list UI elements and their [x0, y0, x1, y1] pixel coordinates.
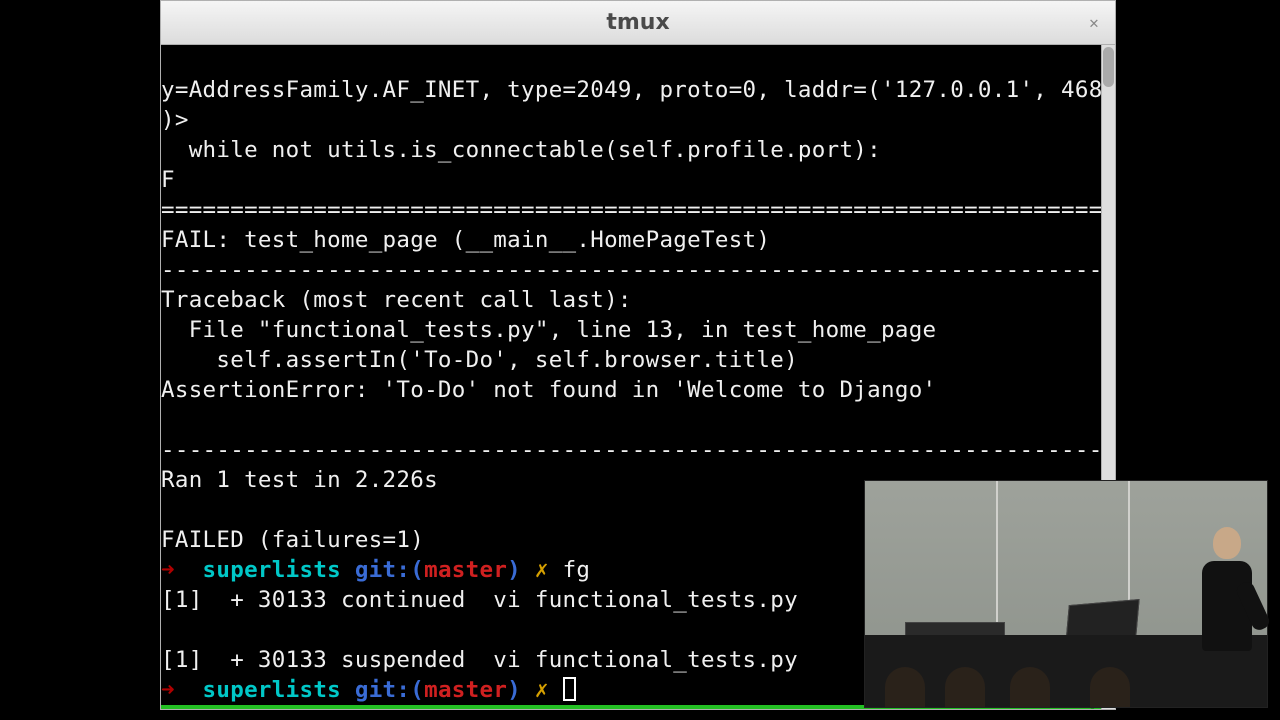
shell-prompt[interactable]: ➜ superlists git:(master) ✗: [161, 677, 576, 703]
traceback-line: Traceback (most recent call last):: [161, 287, 632, 313]
shell-prompt[interactable]: ➜ superlists git:(master) ✗ fg: [161, 557, 590, 583]
separator-dash: ----------------------------------------…: [161, 437, 1115, 463]
dirty-icon: ✗: [521, 557, 563, 583]
close-icon[interactable]: ✕: [1085, 14, 1103, 32]
job-suspended: [1] + 30133 suspended vi functional_test…: [161, 647, 798, 673]
git-close: ): [507, 557, 521, 583]
tmux-status-left: [1] 0:export*: [161, 705, 343, 709]
audience-head: [945, 667, 985, 707]
window-title: tmux: [606, 10, 669, 35]
fail-header: FAIL: test_home_page (__main__.HomePageT…: [161, 227, 770, 253]
traceback-line: self.assertIn('To-Do', self.browser.titl…: [161, 347, 798, 373]
test-summary: Ran 1 test in 2.226s: [161, 467, 438, 493]
prompt-dir: superlists: [189, 677, 341, 703]
speaker-video-overlay: [864, 480, 1268, 708]
git-close: ): [507, 677, 521, 703]
assertion-error: AssertionError: 'To-Do' not found in 'We…: [161, 377, 936, 403]
job-continued: [1] + 30133 continued vi functional_test…: [161, 587, 798, 613]
prompt-dir: superlists: [189, 557, 341, 583]
output-line: while not utils.is_connectable(self.prof…: [161, 137, 881, 163]
prompt-arrow-icon: ➜: [161, 557, 189, 583]
scrollbar-thumb[interactable]: [1103, 47, 1114, 87]
titlebar[interactable]: tmux ✕: [161, 1, 1115, 45]
git-branch: master: [424, 677, 507, 703]
traceback-line: File "functional_tests.py", line 13, in …: [161, 317, 936, 343]
audience-head: [1010, 667, 1050, 707]
separator-dash: ----------------------------------------…: [161, 257, 1115, 283]
prompt-arrow-icon: ➜: [161, 677, 189, 703]
git-label: git:(: [341, 677, 424, 703]
separator-double: ========================================…: [161, 197, 1115, 223]
failed-summary: FAILED (failures=1): [161, 527, 424, 553]
git-branch: master: [424, 557, 507, 583]
output-line: y=AddressFamily.AF_INET, type=2049, prot…: [161, 77, 1115, 103]
speaker-figure: [1197, 527, 1257, 687]
audience-head: [885, 667, 925, 707]
dirty-icon: ✗: [521, 677, 563, 703]
cursor: [563, 677, 576, 701]
typed-command: fg: [563, 557, 591, 583]
output-line: F: [161, 167, 175, 193]
git-label: git:(: [341, 557, 424, 583]
audience-head: [1090, 667, 1130, 707]
output-line: )>: [161, 107, 189, 133]
